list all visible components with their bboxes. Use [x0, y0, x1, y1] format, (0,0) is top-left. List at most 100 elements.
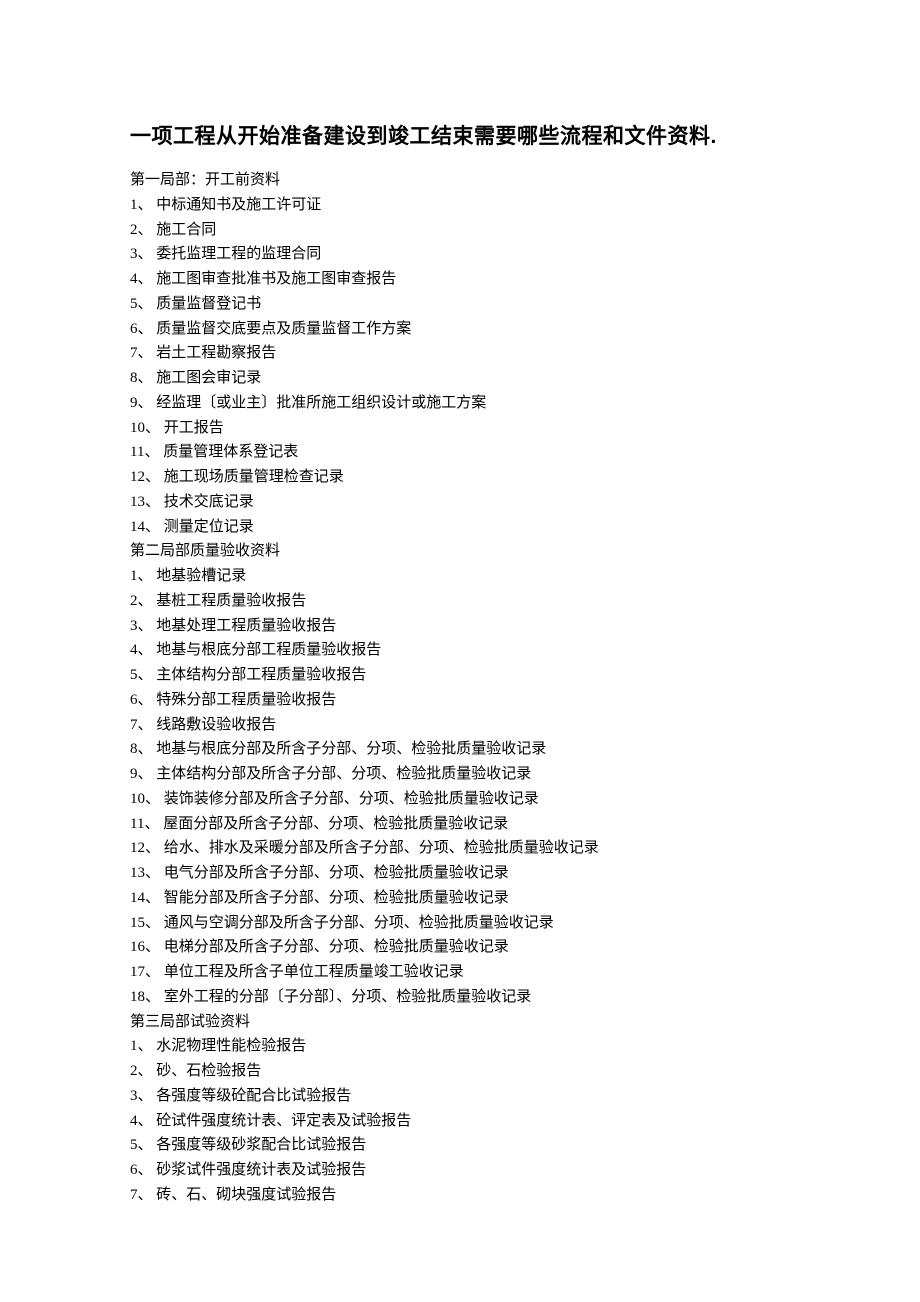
- item-text: 经监理〔或业主〕批准所施工组织设计或施工方案: [156, 395, 486, 411]
- list-item: 4、 施工图审查批准书及施工图审查报告: [130, 267, 790, 292]
- list-item: 2、 施工合同: [130, 218, 790, 243]
- list-item: 11、 质量管理体系登记表: [130, 440, 790, 465]
- list-item: 4、 地基与根底分部工程质量验收报告: [130, 638, 790, 663]
- item-number: 4: [130, 271, 138, 287]
- item-text: 地基处理工程质量验收报告: [156, 618, 336, 634]
- item-number: 8: [130, 370, 138, 386]
- item-number: 3: [130, 1088, 138, 1104]
- list-item: 16、 电梯分部及所含子分部、分项、检验批质量验收记录: [130, 935, 790, 960]
- item-text: 委托监理工程的监理合同: [156, 246, 321, 262]
- item-separator: 、: [138, 395, 157, 411]
- list-item: 12、 给水、排水及采暖分部及所含子分部、分项、检验批质量验收记录: [130, 836, 790, 861]
- item-separator: 、: [145, 939, 164, 955]
- list-item: 1、 水泥物理性能检验报告: [130, 1034, 790, 1059]
- item-number: 4: [130, 1113, 138, 1129]
- section-header: 第三局部试验资料: [130, 1010, 790, 1035]
- list-item: 8、 地基与根底分部及所含子分部、分项、检验批质量验收记录: [130, 737, 790, 762]
- item-text: 测量定位记录: [164, 519, 254, 535]
- item-number: 3: [130, 618, 138, 634]
- item-number: 14: [130, 519, 145, 535]
- item-separator: 、: [138, 593, 157, 609]
- item-text: 砼试件强度统计表、评定表及试验报告: [156, 1113, 411, 1129]
- item-number: 14: [130, 890, 145, 906]
- item-text: 屋面分部及所含子分部、分项、检验批质量验收记录: [163, 816, 508, 832]
- item-text: 各强度等级砂浆配合比试验报告: [156, 1137, 366, 1153]
- item-number: 11: [130, 444, 144, 460]
- list-item: 3、 地基处理工程质量验收报告: [130, 614, 790, 639]
- item-text: 主体结构分部及所含子分部、分项、检验批质量验收记录: [156, 766, 531, 782]
- document-content: 第一局部：开工前资料1、 中标通知书及施工许可证2、 施工合同3、 委托监理工程…: [130, 168, 790, 1208]
- item-number: 7: [130, 717, 138, 733]
- item-text: 水泥物理性能检验报告: [156, 1038, 306, 1054]
- item-separator: 、: [138, 766, 157, 782]
- list-item: 6、 特殊分部工程质量验收报告: [130, 688, 790, 713]
- list-item: 17、 单位工程及所含子单位工程质量竣工验收记录: [130, 960, 790, 985]
- item-separator: 、: [138, 1137, 157, 1153]
- list-item: 10、 开工报告: [130, 416, 790, 441]
- item-text: 装饰装修分部及所含子分部、分项、检验批质量验收记录: [164, 791, 539, 807]
- list-item: 7、 线路敷设验收报告: [130, 713, 790, 738]
- item-number: 7: [130, 345, 138, 361]
- section-header: 第一局部：开工前资料: [130, 168, 790, 193]
- item-separator: 、: [145, 989, 164, 1005]
- item-text: 室外工程的分部〔子分部〕、分项、检验批质量验收记录: [164, 989, 532, 1005]
- item-separator: 、: [144, 816, 163, 832]
- item-number: 1: [130, 568, 138, 584]
- list-item: 4、 砼试件强度统计表、评定表及试验报告: [130, 1109, 790, 1134]
- item-separator: 、: [138, 222, 157, 238]
- item-text: 质量监督交底要点及质量监督工作方案: [156, 321, 411, 337]
- list-item: 5、 质量监督登记书: [130, 292, 790, 317]
- item-number: 5: [130, 667, 138, 683]
- item-number: 10: [130, 791, 145, 807]
- item-text: 基桩工程质量验收报告: [156, 593, 306, 609]
- item-separator: 、: [138, 692, 157, 708]
- item-separator: 、: [138, 1088, 157, 1104]
- item-text: 智能分部及所含子分部、分项、检验批质量验收记录: [164, 890, 509, 906]
- item-separator: 、: [145, 494, 164, 510]
- item-text: 地基与根底分部及所含子分部、分项、检验批质量验收记录: [156, 741, 546, 757]
- item-separator: 、: [138, 1187, 157, 1203]
- list-item: 13、 技术交底记录: [130, 490, 790, 515]
- item-number: 2: [130, 593, 138, 609]
- item-number: 5: [130, 1137, 138, 1153]
- item-text: 砂浆试件强度统计表及试验报告: [156, 1162, 366, 1178]
- item-separator: 、: [138, 1063, 157, 1079]
- item-text: 主体结构分部工程质量验收报告: [156, 667, 366, 683]
- item-text: 通风与空调分部及所含子分部、分项、检验批质量验收记录: [164, 915, 554, 931]
- item-number: 1: [130, 1038, 138, 1054]
- item-number: 7: [130, 1187, 138, 1203]
- item-separator: 、: [145, 964, 164, 980]
- list-item: 8、 施工图会审记录: [130, 366, 790, 391]
- list-item: 12、 施工现场质量管理检查记录: [130, 465, 790, 490]
- item-separator: 、: [138, 271, 157, 287]
- item-text: 电气分部及所含子分部、分项、检验批质量验收记录: [164, 865, 509, 881]
- item-number: 6: [130, 321, 138, 337]
- item-number: 12: [130, 469, 145, 485]
- item-separator: 、: [138, 1038, 157, 1054]
- item-number: 10: [130, 420, 145, 436]
- item-separator: 、: [138, 667, 157, 683]
- item-separator: 、: [145, 469, 164, 485]
- item-number: 13: [130, 494, 145, 510]
- list-item: 6、 砂浆试件强度统计表及试验报告: [130, 1158, 790, 1183]
- list-item: 15、 通风与空调分部及所含子分部、分项、检验批质量验收记录: [130, 911, 790, 936]
- item-text: 各强度等级砼配合比试验报告: [156, 1088, 351, 1104]
- item-text: 施工合同: [156, 222, 216, 238]
- item-separator: 、: [145, 420, 164, 436]
- list-item: 9、 主体结构分部及所含子分部、分项、检验批质量验收记录: [130, 762, 790, 787]
- list-item: 7、 砖、石、砌块强度试验报告: [130, 1183, 790, 1208]
- list-item: 1、 地基验槽记录: [130, 564, 790, 589]
- item-number: 9: [130, 766, 138, 782]
- item-number: 6: [130, 1162, 138, 1178]
- item-text: 特殊分部工程质量验收报告: [156, 692, 336, 708]
- item-number: 2: [130, 222, 138, 238]
- item-text: 单位工程及所含子单位工程质量竣工验收记录: [164, 964, 464, 980]
- item-number: 3: [130, 246, 138, 262]
- item-number: 11: [130, 816, 144, 832]
- item-text: 地基与根底分部工程质量验收报告: [156, 642, 381, 658]
- section-header: 第二局部质量验收资料: [130, 539, 790, 564]
- item-text: 砂、石检验报告: [156, 1063, 261, 1079]
- item-number: 9: [130, 395, 138, 411]
- item-separator: 、: [138, 642, 157, 658]
- item-number: 1: [130, 197, 138, 213]
